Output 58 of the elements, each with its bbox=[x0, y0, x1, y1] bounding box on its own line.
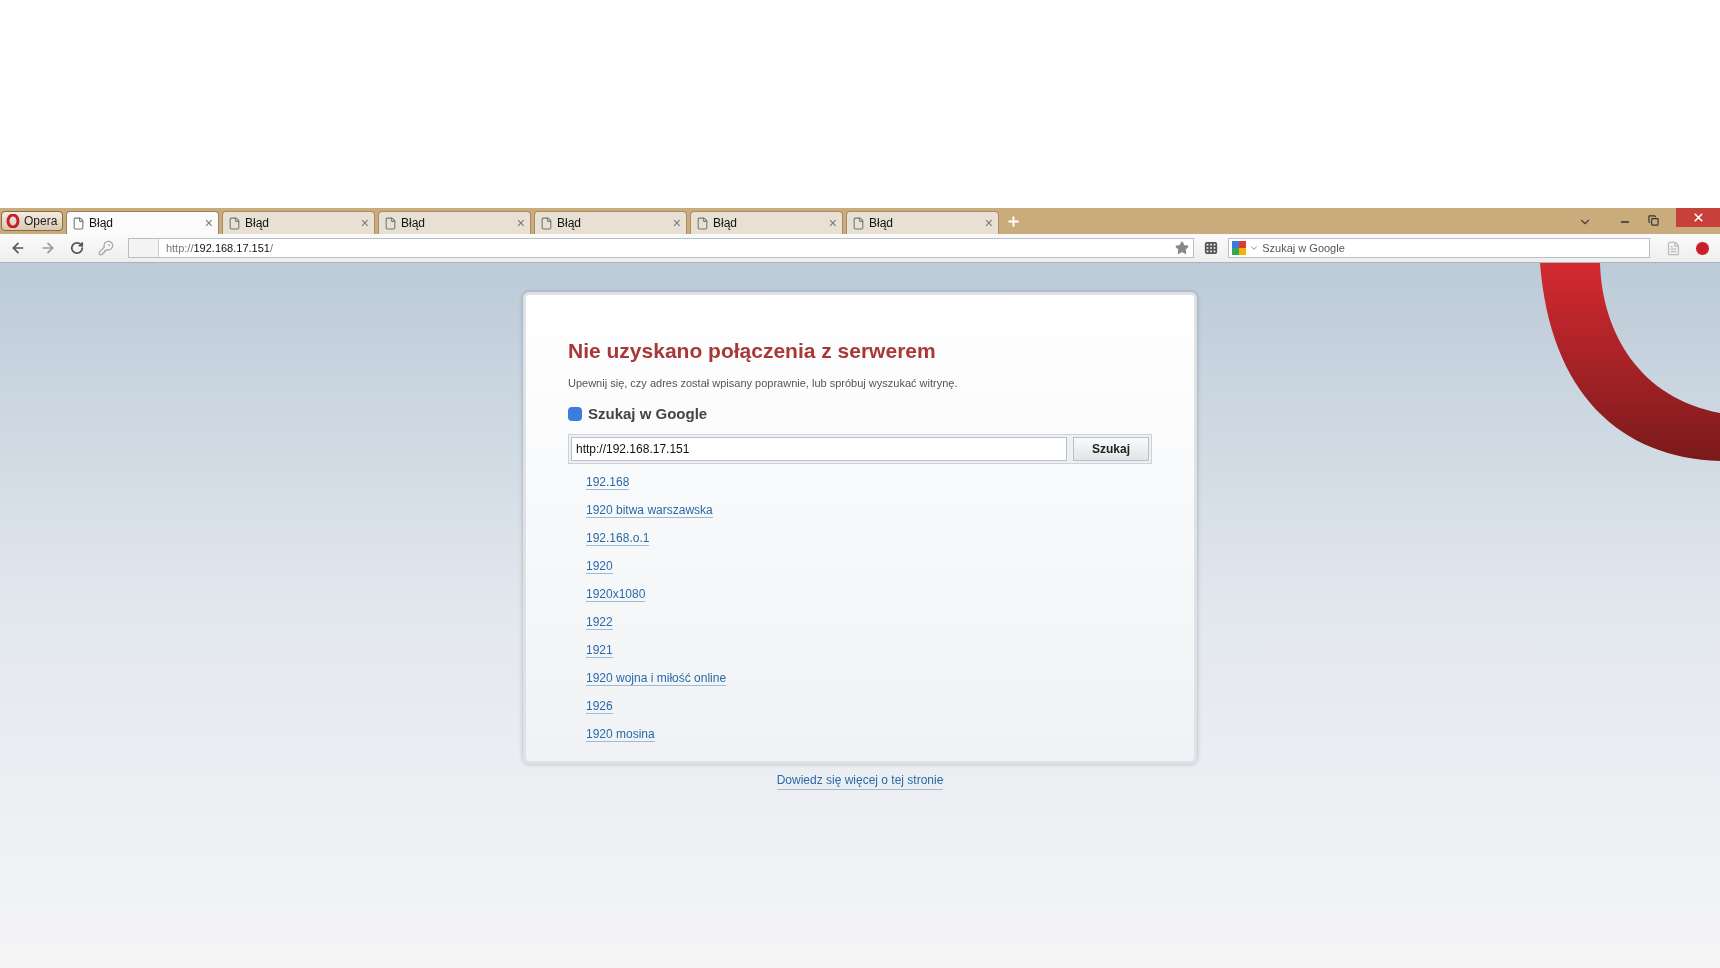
browser-tab[interactable]: Błąd × bbox=[66, 211, 219, 234]
search-input[interactable]: Szukaj w Google bbox=[1262, 239, 1649, 257]
reload-icon[interactable] bbox=[69, 241, 84, 255]
opera-menu-button[interactable]: Opera bbox=[1, 211, 63, 231]
page-icon bbox=[384, 216, 397, 230]
tab-title: Błąd bbox=[557, 215, 583, 232]
browser-tab[interactable]: Błąd × bbox=[846, 211, 999, 234]
forward-icon[interactable] bbox=[40, 240, 56, 256]
tab-close-button[interactable]: × bbox=[204, 216, 213, 230]
page-icon bbox=[852, 216, 865, 230]
browser-tab[interactable]: Błąd × bbox=[378, 211, 531, 234]
tab-close-button[interactable]: × bbox=[516, 216, 525, 230]
restore-icon[interactable] bbox=[1648, 215, 1659, 226]
suggestion-link[interactable]: 1921 bbox=[586, 642, 613, 658]
back-icon[interactable] bbox=[10, 240, 26, 256]
browser-tab[interactable]: Błąd × bbox=[222, 211, 375, 234]
tab-title: Błąd bbox=[401, 215, 427, 232]
key-icon[interactable] bbox=[97, 240, 114, 256]
tab-title: Błąd bbox=[245, 215, 271, 232]
page-icon bbox=[228, 216, 241, 230]
tab-close-button[interactable]: × bbox=[360, 216, 369, 230]
search-submit-button[interactable]: Szukaj bbox=[1073, 436, 1149, 461]
tab-close-button[interactable]: × bbox=[672, 216, 681, 230]
search-input[interactable]: http://192.168.17.151 bbox=[571, 436, 1067, 461]
suggestion-link[interactable]: 1920 bbox=[586, 558, 613, 574]
search-field[interactable]: Szukaj w Google bbox=[1228, 238, 1650, 258]
page-icon bbox=[540, 216, 553, 230]
dropdown-icon[interactable] bbox=[1249, 243, 1260, 253]
bookmark-star-icon[interactable] bbox=[1175, 241, 1190, 255]
address-text: http://192.168.17.151/ bbox=[165, 240, 274, 256]
tab-close-button[interactable]: × bbox=[828, 216, 837, 230]
close-window-button[interactable] bbox=[1676, 208, 1720, 227]
tab-title: Błąd bbox=[869, 215, 895, 232]
tab-title: Błąd bbox=[89, 215, 115, 232]
browser-tab[interactable]: Błąd × bbox=[690, 211, 843, 234]
suggestion-link[interactable]: 1922 bbox=[586, 614, 613, 630]
tab-title: Błąd bbox=[713, 215, 739, 232]
suggestion-link[interactable]: 192.168.o.1 bbox=[586, 530, 650, 546]
suggestion-link[interactable]: 1920 wojna i miłość online bbox=[586, 670, 727, 686]
speed-dial-icon[interactable] bbox=[1204, 241, 1219, 255]
suggestion-link[interactable]: 1926 bbox=[586, 698, 613, 714]
search-engine-icon[interactable] bbox=[1232, 241, 1247, 255]
suggestion-link[interactable]: 1920x1080 bbox=[586, 586, 646, 602]
new-tab-icon[interactable] bbox=[1006, 214, 1021, 229]
learn-more-link[interactable]: Dowiedz się więcej o tej stronie bbox=[776, 770, 944, 790]
tab-close-button[interactable]: × bbox=[984, 216, 993, 230]
error-message: Upewnij się, czy adres został wpisany poprawnie, lub spróbuj wyszukać witrynę. bbox=[568, 375, 959, 391]
opera-logo-icon bbox=[6, 214, 20, 228]
suggestion-link[interactable]: 1920 bitwa warszawska bbox=[586, 502, 713, 518]
close-icon bbox=[1691, 211, 1705, 224]
page-icon bbox=[72, 216, 85, 230]
search-heading: Szukaj w Google bbox=[588, 404, 708, 424]
page-icon bbox=[696, 216, 709, 230]
address-field[interactable]: http://192.168.17.151/ bbox=[127, 238, 1195, 258]
suggestion-link[interactable]: 192.168 bbox=[586, 474, 630, 490]
browser-tab[interactable]: Błąd × bbox=[534, 211, 687, 234]
error-title: Nie uzyskano połączenia z serwerem bbox=[568, 338, 937, 364]
suggestion-link[interactable]: 1920 mosina bbox=[586, 726, 655, 742]
